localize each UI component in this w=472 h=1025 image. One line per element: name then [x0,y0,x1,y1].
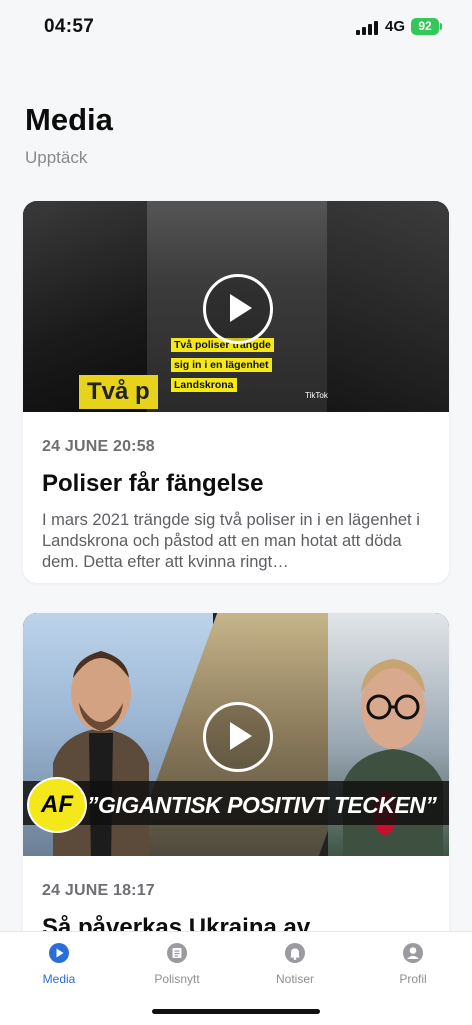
news-icon [167,943,187,963]
caption-line: sig in i en lägenhet [171,358,272,372]
play-icon[interactable] [203,701,273,772]
tab-label: Profil [399,972,427,986]
article-date: 24 JUNE 20:58 [42,438,155,455]
battery-icon: 92 [411,18,439,35]
thumbnail-text: Två p [79,375,158,409]
page-subtitle: Upptäck [25,148,88,167]
tab-profil[interactable]: Profil [354,942,472,986]
play-icon[interactable] [203,273,273,344]
play-circle-icon [49,943,69,963]
status-bar: 04:57 4G 92 [0,0,472,54]
bell-icon [285,943,305,963]
article-card[interactable]: AF ”GIGANTISK POSITIVT TECKEN” 24 JUNE 1… [23,613,449,943]
tab-media[interactable]: Media [0,942,118,986]
network-type: 4G [385,18,406,35]
page-title: Media [25,102,113,137]
profile-icon [403,943,423,963]
status-time: 04:57 [44,16,95,37]
af-logo: AF [27,777,87,833]
tab-notiser[interactable]: Notiser [236,942,354,986]
tiktok-watermark: TikTok [305,391,328,400]
video-thumbnail[interactable]: AF ”GIGANTISK POSITIVT TECKEN” [23,613,449,856]
thumbnail-caption: Två poliser trängde sig in i en lägenhet… [171,335,281,395]
article-title[interactable]: Poliser får fängelse [42,470,430,498]
article-card[interactable]: Två p Två poliser trängde sig in i en lä… [23,201,449,583]
article-date: 24 JUNE 18:17 [42,882,155,899]
tab-label: Notiser [275,972,314,986]
tab-label: Polisnytt [154,972,200,986]
tab-label: Media [42,972,76,986]
thumbnail-panel [327,201,449,412]
video-thumbnail[interactable]: Två p Två poliser trängde sig in i en lä… [23,201,449,412]
caption-line: Landskrona [171,378,237,392]
battery-tip [440,23,442,30]
article-description: I mars 2021 trängde sig två poliser in i… [42,511,420,571]
signal-icon [356,21,378,35]
banner-text: ”GIGANTISK POSITIVT TECKEN” [87,792,437,818]
tab-polisnytt[interactable]: Polisnytt [118,942,236,986]
home-indicator[interactable] [152,1009,320,1014]
